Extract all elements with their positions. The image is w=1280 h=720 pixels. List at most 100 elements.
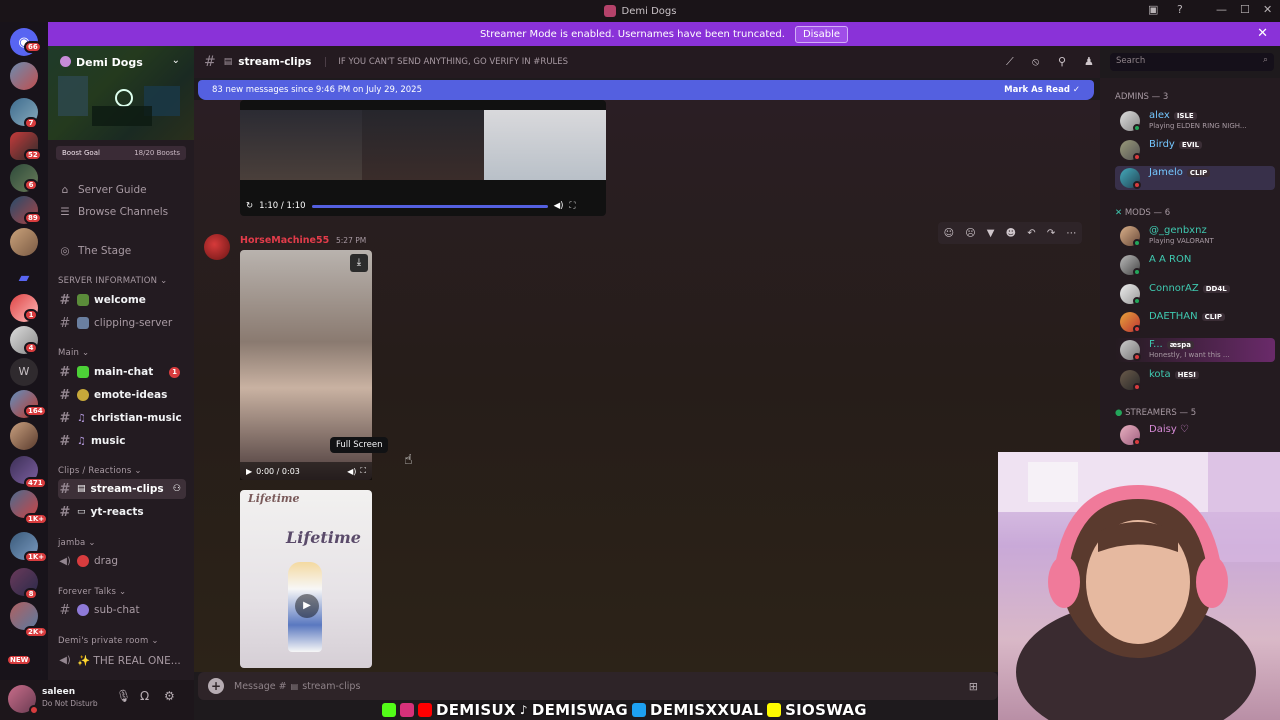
volume-icon[interactable]: ◀) [347, 467, 356, 476]
channel-drag[interactable]: ◀) drag [58, 551, 186, 571]
category-main[interactable]: Main ⌄ [58, 348, 89, 358]
message-actions: ☺ ☹ ▼ ☻ ↶ ↷ ⋯ [938, 222, 1082, 244]
category-clips-reactions[interactable]: Clips / Reactions ⌄ [58, 466, 142, 476]
volume-icon[interactable]: ◀) [554, 201, 564, 211]
channel-main-chat[interactable]: # main-chat 1 [58, 362, 186, 382]
channel-the-real-one[interactable]: ◀) ✨ THE REAL ONE... [58, 650, 186, 670]
maximize-icon[interactable]: ☐ [1240, 3, 1250, 16]
close-window-icon[interactable]: ✕ [1263, 3, 1272, 16]
member-item[interactable]: @_genbxnz Playing VALORANT [1115, 224, 1275, 248]
channel-welcome[interactable]: # welcome [58, 290, 186, 310]
member-item[interactable]: kota HESI [1115, 368, 1275, 392]
add-reaction-icon[interactable]: ☻ [1006, 228, 1016, 239]
channel-stream-clips[interactable]: # ▤ stream-clips ⚇ [58, 479, 186, 499]
emoji-sad-icon[interactable]: ☹ [965, 228, 975, 239]
disable-button[interactable]: Disable [794, 25, 849, 43]
play-icon[interactable]: ▶ [246, 467, 252, 476]
browse-channels-link[interactable]: ☰ Browse Channels [58, 206, 168, 218]
fullscreen-icon[interactable]: ⛶ [360, 466, 366, 476]
channel-label: yt-reacts [90, 506, 144, 518]
mark-as-read-button[interactable]: Mark As Read ✓ [1004, 85, 1080, 95]
overlay-text: Lifetime [286, 528, 361, 547]
avatar[interactable] [204, 234, 230, 260]
emoji-laugh-icon[interactable]: ☺ [944, 228, 954, 239]
threads-icon[interactable]: ⟋ [1006, 55, 1014, 69]
add-attachment-icon[interactable]: + [208, 678, 224, 694]
speaker-icon: ◀) [59, 654, 71, 666]
guild-badge: 52 [24, 149, 42, 161]
help-icon[interactable]: ? [1177, 3, 1183, 16]
thumbs-down-icon[interactable]: ▼ [987, 228, 995, 239]
member-item[interactable]: A A RON [1115, 253, 1275, 277]
folder-icon[interactable]: ▰ [10, 264, 38, 292]
hash-icon: # [59, 410, 71, 426]
mute-bell-icon[interactable]: ⦸ [1032, 55, 1039, 69]
channel-label: drag [94, 555, 119, 567]
list-icon: ☰ [60, 206, 70, 218]
server-icon[interactable] [10, 422, 38, 450]
guild-badge: 4 [24, 342, 38, 354]
play-icon[interactable]: ▶ [295, 594, 319, 618]
member-item[interactable]: Daisy ♡ [1115, 423, 1275, 447]
category-demis-private-room[interactable]: Demi's private room ⌄ [58, 636, 159, 646]
message-author[interactable]: HorseMachine55 [240, 235, 329, 246]
server-icon[interactable] [10, 62, 38, 90]
the-stage-link[interactable]: ◎ The Stage [58, 245, 131, 257]
member-item[interactable]: alex ISLE Playing ELDEN RING NIGH... [1115, 109, 1275, 133]
message-composer[interactable]: + Message # ▤ stream-clips ⊞ [198, 672, 998, 700]
boost-goal-label: Boost Goal [62, 149, 100, 157]
member-item[interactable]: DAETHAN CLIP [1115, 310, 1275, 334]
server-header[interactable]: Demi Dogs ⌄ [48, 46, 194, 140]
headphones-icon[interactable]: Ω [140, 689, 149, 703]
microphone-icon[interactable]: 🎙 [116, 689, 131, 703]
reply-icon[interactable]: ↶ [1027, 228, 1035, 239]
video-frame [484, 110, 606, 180]
server-icon[interactable]: W [10, 358, 38, 386]
tooltip: Full Screen [330, 437, 389, 453]
channel-label: clipping-server [94, 317, 173, 329]
fullscreen-icon[interactable]: ⛶ [569, 201, 575, 211]
server-icon[interactable] [10, 228, 38, 256]
message-list: ↻ 1:10 / 1:10 ◀) ⛶ HorseMachine55 5:27 P… [194, 100, 1100, 672]
progress-bar[interactable] [311, 204, 548, 208]
video-frame [362, 110, 484, 180]
channel-topic[interactable]: IF YOU CAN'T SEND ANYTHING, GO VERIFY IN… [325, 57, 568, 67]
channel-christian-music[interactable]: # ♫ christian-music [58, 408, 186, 428]
close-banner-icon[interactable]: ✕ [1257, 26, 1268, 41]
gift-icon[interactable]: ⊞ [969, 680, 978, 693]
channel-clipping-server[interactable]: # clipping-server [58, 313, 186, 333]
inbox-icon[interactable]: ▣ [1148, 3, 1158, 16]
handle-text: SIOSWAG [785, 701, 867, 719]
channel-header: # ▤ stream-clips IF YOU CAN'T SEND ANYTH… [194, 46, 1100, 78]
handle-text: DEMISXXUAL [650, 701, 764, 719]
invite-icon[interactable]: ⚇ [173, 484, 181, 494]
category-forever-talks[interactable]: Forever Talks ⌄ [58, 587, 126, 597]
minimize-icon[interactable]: — [1216, 3, 1227, 16]
boost-goal[interactable]: Boost Goal 18/20 Boosts [56, 146, 186, 160]
member-item[interactable]: Jamelo CLIP [1115, 166, 1275, 190]
member-item[interactable]: ConnorAZ DD4L [1115, 282, 1275, 306]
video-attachment[interactable]: Lifetime Lifetime ▶ [240, 490, 372, 668]
category-server-information[interactable]: SERVER INFORMATION ⌄ [58, 276, 167, 286]
forward-icon[interactable]: ↷ [1047, 228, 1055, 239]
member-list-icon[interactable]: ♟ [1084, 55, 1094, 68]
channel-yt-reacts[interactable]: # ▭ yt-reacts [58, 502, 186, 522]
channel-sub-chat[interactable]: # sub-chat [58, 600, 186, 620]
more-icon[interactable]: ⋯ [1066, 228, 1076, 239]
pin-icon[interactable]: ⚲ [1058, 55, 1066, 68]
member-item[interactable]: Birdy EVIL [1115, 138, 1275, 162]
channel-emote-ideas[interactable]: # emote-ideas [58, 385, 186, 405]
dnd-status-icon [1133, 181, 1141, 189]
download-icon[interactable]: ⤓ [350, 254, 368, 272]
channel-label: christian-music [90, 412, 182, 424]
film-icon: ▤ [223, 57, 233, 67]
search-input[interactable]: Search ⌕ [1110, 53, 1274, 71]
gear-icon[interactable]: ⚙ [164, 689, 175, 703]
channel-music[interactable]: # ♫ music [58, 431, 186, 451]
new-messages-bar[interactable]: 83 new messages since 9:46 PM on July 29… [198, 80, 1094, 100]
member-item[interactable]: F... æspa Honestly, I want this ... [1115, 338, 1275, 362]
server-guide-link[interactable]: ⌂ Server Guide [58, 184, 147, 196]
replay-icon[interactable]: ↻ [246, 201, 253, 211]
message-timestamp: 5:27 PM [336, 236, 367, 245]
category-jamba[interactable]: jamba ⌄ [58, 538, 96, 548]
